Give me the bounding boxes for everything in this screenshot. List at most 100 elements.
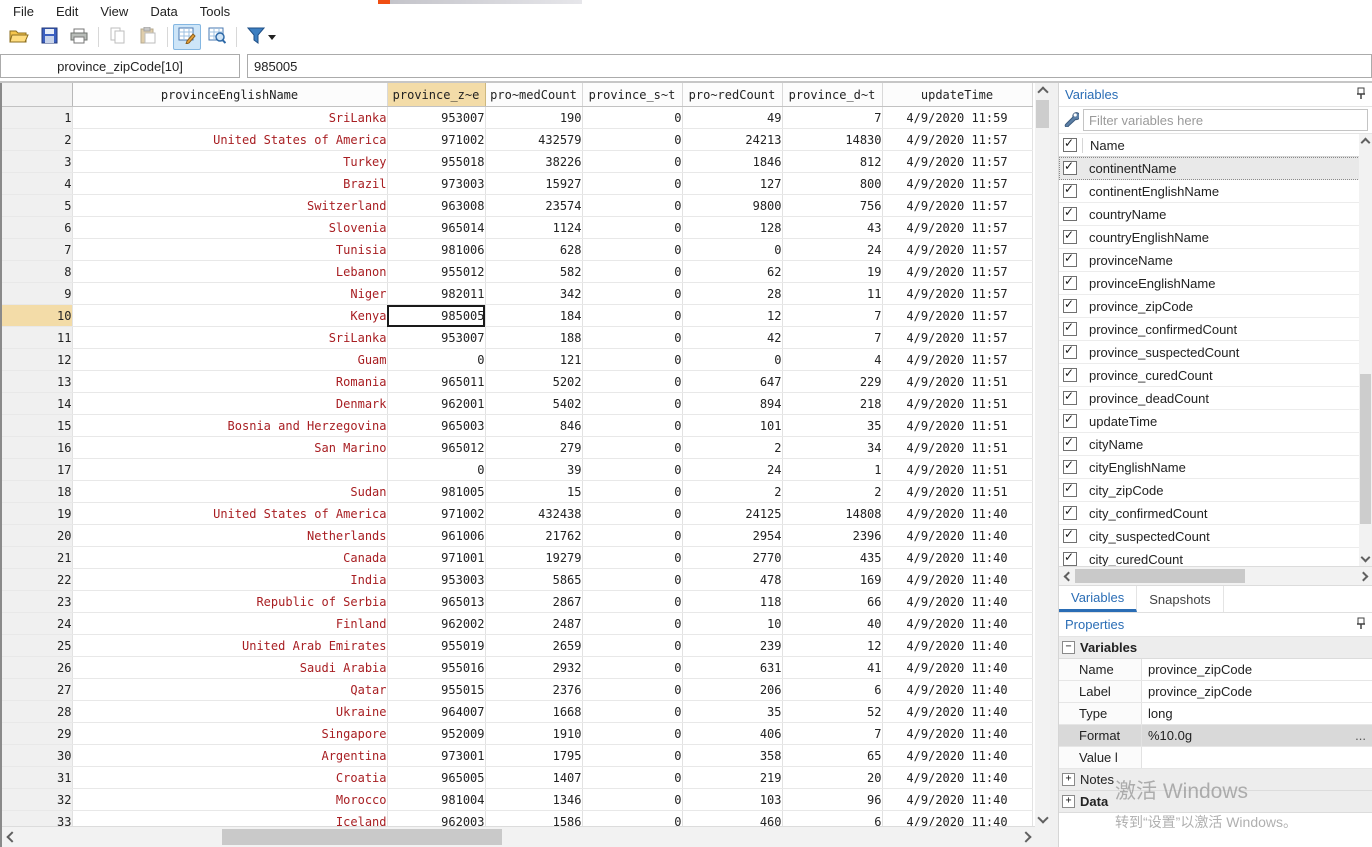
cell[interactable]: 4/9/2020 11:57: [882, 327, 1032, 349]
cell[interactable]: 66: [782, 591, 882, 613]
cell[interactable]: 121: [485, 349, 582, 371]
row-number[interactable]: 14: [2, 393, 72, 415]
property-value[interactable]: province_zipCode: [1142, 662, 1372, 677]
copy-button[interactable]: [104, 24, 132, 50]
cell[interactable]: 0: [582, 415, 682, 437]
cell[interactable]: 846: [485, 415, 582, 437]
cell[interactable]: 435: [782, 547, 882, 569]
checkbox-checked[interactable]: [1063, 391, 1077, 405]
collapse-icon[interactable]: −: [1062, 641, 1075, 654]
cell[interactable]: [72, 459, 387, 481]
horizontal-scroll-thumb[interactable]: [1075, 569, 1245, 583]
cell[interactable]: 0: [582, 701, 682, 723]
cell[interactable]: 4/9/2020 11:40: [882, 591, 1032, 613]
row-number[interactable]: 33: [2, 811, 72, 828]
row-number[interactable]: 30: [2, 745, 72, 767]
cell[interactable]: 4/9/2020 11:40: [882, 679, 1032, 701]
cell[interactable]: 0: [582, 349, 682, 371]
cell[interactable]: 4: [782, 349, 882, 371]
checkbox-checked[interactable]: [1063, 483, 1077, 497]
cell[interactable]: 1346: [485, 789, 582, 811]
cell[interactable]: 15927: [485, 173, 582, 195]
row-number[interactable]: 13: [2, 371, 72, 393]
cell[interactable]: 952009: [387, 723, 485, 745]
cell[interactable]: 19: [782, 261, 882, 283]
filter-button[interactable]: [242, 24, 280, 50]
variable-item-province_deadCount[interactable]: province_deadCount: [1059, 387, 1372, 410]
cell[interactable]: Turkey: [72, 151, 387, 173]
checkbox-checked[interactable]: [1063, 506, 1077, 520]
cell[interactable]: 28: [682, 283, 782, 305]
row-number[interactable]: 10: [2, 305, 72, 327]
property-value[interactable]: province_zipCode: [1142, 684, 1372, 699]
cell[interactable]: Republic of Serbia: [72, 591, 387, 613]
cell[interactable]: Netherlands: [72, 525, 387, 547]
cell[interactable]: 9800: [682, 195, 782, 217]
cell[interactable]: 4/9/2020 11:40: [882, 723, 1032, 745]
variable-item-city_confirmedCount[interactable]: city_confirmedCount: [1059, 502, 1372, 525]
property-section-notes[interactable]: +Notes: [1059, 769, 1372, 791]
expand-icon[interactable]: +: [1062, 795, 1075, 808]
row-number[interactable]: 24: [2, 613, 72, 635]
row-number[interactable]: 26: [2, 657, 72, 679]
checkbox-checked[interactable]: [1063, 552, 1077, 566]
cell[interactable]: 7: [782, 327, 882, 349]
cell[interactable]: 0: [582, 305, 682, 327]
cell[interactable]: Niger: [72, 283, 387, 305]
cell[interactable]: 965003: [387, 415, 485, 437]
cell[interactable]: 6: [782, 811, 882, 828]
row-number[interactable]: 3: [2, 151, 72, 173]
property-row-label[interactable]: Labelprovince_zipCode: [1059, 681, 1372, 703]
cell[interactable]: 965012: [387, 437, 485, 459]
cell[interactable]: 0: [582, 569, 682, 591]
wrench-icon[interactable]: [1063, 111, 1079, 130]
cell[interactable]: 800: [782, 173, 882, 195]
checkbox-checked[interactable]: [1063, 529, 1077, 543]
cell[interactable]: 0: [582, 327, 682, 349]
cell[interactable]: 4/9/2020 11:40: [882, 569, 1032, 591]
variable-list-scrollbar[interactable]: [1359, 134, 1372, 566]
cell[interactable]: Morocco: [72, 789, 387, 811]
variable-item-cityEnglishName[interactable]: cityEnglishName: [1059, 456, 1372, 479]
cell[interactable]: 1668: [485, 701, 582, 723]
cell[interactable]: 973001: [387, 745, 485, 767]
cell[interactable]: United States of America: [72, 129, 387, 151]
cell[interactable]: 0: [582, 481, 682, 503]
checkbox-checked[interactable]: [1063, 276, 1077, 290]
cell[interactable]: 756: [782, 195, 882, 217]
tab-variables[interactable]: Variables: [1059, 586, 1137, 612]
horizontal-scroll-thumb[interactable]: [222, 829, 502, 845]
row-number[interactable]: 5: [2, 195, 72, 217]
cell[interactable]: 2770: [682, 547, 782, 569]
vertical-scroll-thumb[interactable]: [1360, 374, 1371, 524]
checkbox-checked[interactable]: [1063, 299, 1077, 313]
cell[interactable]: 981006: [387, 239, 485, 261]
cell[interactable]: 2954: [682, 525, 782, 547]
row-number[interactable]: 18: [2, 481, 72, 503]
variable-item-province_suspectedCount[interactable]: province_suspectedCount: [1059, 341, 1372, 364]
checkbox-checked[interactable]: [1063, 345, 1077, 359]
cell[interactable]: 24125: [682, 503, 782, 525]
cell[interactable]: 2396: [782, 525, 882, 547]
property-section-variables[interactable]: −Variables: [1059, 637, 1372, 659]
cell[interactable]: 49: [682, 107, 782, 129]
cell[interactable]: 4/9/2020 11:40: [882, 503, 1032, 525]
cell[interactable]: 953007: [387, 107, 485, 129]
cell[interactable]: 128: [682, 217, 782, 239]
cell[interactable]: 5402: [485, 393, 582, 415]
cell[interactable]: 219: [682, 767, 782, 789]
checkbox-checked[interactable]: [1063, 368, 1077, 382]
cell[interactable]: 0: [682, 239, 782, 261]
cell[interactable]: 14808: [782, 503, 882, 525]
cell[interactable]: 2659: [485, 635, 582, 657]
cell[interactable]: 0: [582, 811, 682, 828]
tab-snapshots[interactable]: Snapshots: [1137, 586, 1223, 612]
filter-dropdown-caret[interactable]: [268, 35, 276, 40]
cell[interactable]: 0: [582, 591, 682, 613]
cell[interactable]: 2: [782, 481, 882, 503]
cell[interactable]: 24: [682, 459, 782, 481]
cell[interactable]: 0: [582, 525, 682, 547]
variable-item-province_confirmedCount[interactable]: province_confirmedCount: [1059, 318, 1372, 341]
cell[interactable]: Ukraine: [72, 701, 387, 723]
cell[interactable]: 101: [682, 415, 782, 437]
